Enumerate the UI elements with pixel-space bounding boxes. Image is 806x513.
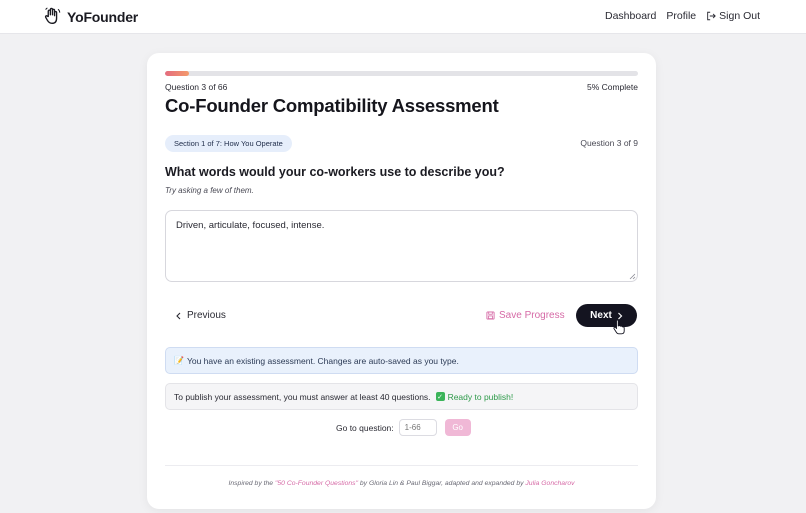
nav-sign-out[interactable]: Sign Out [706,10,760,22]
main-nav: Dashboard Profile Sign Out [605,10,760,22]
go-button[interactable]: Go [444,419,471,436]
footer-middle: by Gloria Lin & Paul Biggar, adapted and… [358,480,526,487]
previous-button[interactable]: Previous [175,310,226,321]
autosave-notice: 📝 You have an existing assessment. Chang… [165,347,638,374]
chevron-left-icon [176,312,181,319]
sign-out-label: Sign Out [719,10,760,22]
footer-credit: Inspired by the "50 Co-Founder Questions… [147,480,656,487]
section-question-counter: Question 3 of 9 [580,138,638,148]
floppy-disk-icon [486,311,495,320]
answer-textarea[interactable]: Driven, articulate, focused, intense. [165,210,638,282]
ready-status: ✓ Ready to publish! [435,391,514,402]
waving-hand-icon [44,7,61,24]
memo-icon: 📝 [174,356,184,365]
previous-label: Previous [187,310,226,321]
goto-question-input[interactable] [398,419,437,436]
progress-percent: 5% Complete [586,82,638,92]
autosave-text: You have an existing assessment. Changes… [186,355,459,366]
brand-logo[interactable]: YoFounder [44,7,138,26]
footer-prefix: Inspired by the [228,480,275,487]
progress-label: Question 3 of 66 [165,82,228,92]
footer-source-link[interactable]: "50 Co-Founder Questions" [275,480,358,487]
top-navbar: YoFounder Dashboard Profile Sign Out [0,0,806,34]
next-button[interactable]: Next [576,304,637,327]
save-progress-button[interactable]: Save Progress [486,310,565,321]
page-title: Co-Founder Compatibility Assessment [165,95,499,116]
save-progress-label: Save Progress [499,310,565,321]
publish-text: To publish your assessment, you must ans… [174,391,431,402]
progress-fill [165,71,189,76]
nav-dashboard[interactable]: Dashboard [605,10,656,22]
question-hint: Try asking a few of them. [165,186,254,195]
question-text: What words would your co-workers use to … [165,165,505,179]
check-mark-icon: ✓ [435,392,445,401]
ready-label: Ready to publish! [447,391,514,402]
goto-question: Go to question: Go [336,419,471,436]
sign-out-icon [707,11,716,21]
next-label: Next [590,310,612,321]
publish-notice: To publish your assessment, you must ans… [165,383,638,410]
hand-pointer-cursor-icon [613,319,625,335]
section-badge: Section 1 of 7: How You Operate [165,135,292,152]
nav-profile[interactable]: Profile [666,10,696,22]
footer-author-link[interactable]: Julia Goncharov [525,480,574,487]
assessment-card: Question 3 of 66 5% Complete Co-Founder … [147,53,656,509]
goto-label: Go to question: [336,422,394,433]
brand-name: YoFounder [67,8,139,25]
resize-handle-icon[interactable] [628,272,636,280]
progress-bar [165,71,638,76]
footer-divider [165,465,638,466]
